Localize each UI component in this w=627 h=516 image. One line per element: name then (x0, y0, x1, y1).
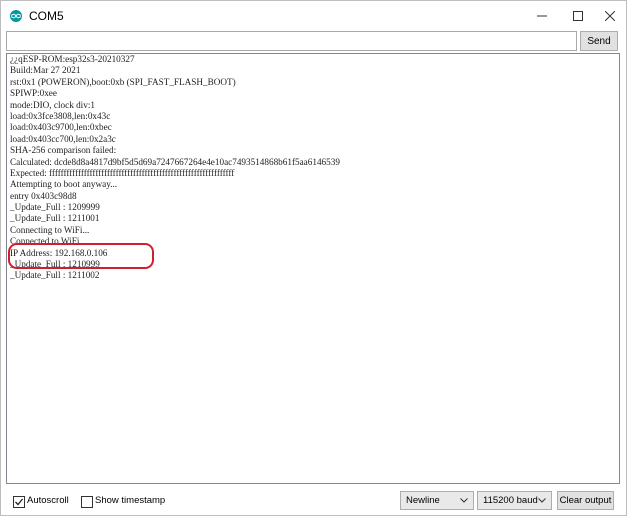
output-line: Build:Mar 27 2021 (10, 65, 81, 76)
maximize-button[interactable] (560, 1, 596, 31)
autoscroll-label[interactable]: Autoscroll (27, 495, 69, 506)
maximize-icon (573, 11, 583, 21)
minimize-button[interactable] (524, 1, 560, 31)
highlight-ring (8, 243, 154, 269)
send-input[interactable] (6, 31, 577, 51)
close-icon (605, 11, 615, 21)
clear-output-button[interactable]: Clear output (557, 491, 614, 510)
chevron-down-icon (460, 498, 468, 503)
line-ending-value: Newline (406, 495, 440, 506)
window-title: COM5 (29, 9, 64, 23)
chevron-down-icon (538, 498, 546, 503)
output-line: SHA-256 comparison failed: (10, 145, 117, 156)
output-line: entry 0x403c98d8 (10, 190, 77, 201)
output-line: load:0x403c9700,len:0xbec (10, 122, 112, 133)
serial-output[interactable]: ¿¿qESP-ROM:esp32s3-20210327 Build:Mar 27 … (6, 53, 620, 484)
autoscroll-checkbox[interactable] (13, 496, 25, 508)
output-line: rst:0x1 (POWERON),boot:0xb (SPI_FAST_FLA… (10, 76, 236, 87)
send-button[interactable]: Send (580, 31, 618, 51)
title-bar[interactable]: COM5 (1, 1, 626, 31)
show-timestamp-checkbox[interactable] (81, 496, 93, 508)
output-line: mode:DIO, clock div:1 (10, 99, 95, 110)
output-line: Expected: ffffffffffffffffffffffffffffff… (10, 167, 235, 178)
arduino-icon (10, 10, 22, 22)
checkmark-icon (15, 498, 24, 506)
output-line: Connecting to WiFi... (10, 224, 90, 235)
output-line: _Update_Full : 1211002 (10, 270, 100, 281)
output-line: load:0x403cc700,len:0x2a3c (10, 133, 116, 144)
send-row: Send (6, 31, 618, 51)
minimize-icon (537, 15, 547, 17)
footer-bar: Autoscroll Show timestamp Newline 115200… (1, 488, 626, 515)
baud-rate-value: 115200 baud (483, 495, 538, 506)
output-line: _Update_Full : 1211001 (10, 213, 100, 224)
serial-monitor-window: COM5 Send ¿¿qESP-ROM:esp32s3-20210327 Bui… (0, 0, 627, 516)
output-line: Attempting to boot anyway... (10, 179, 118, 190)
show-timestamp-label[interactable]: Show timestamp (95, 495, 165, 506)
close-button[interactable] (592, 1, 627, 31)
output-line: ¿¿qESP-ROM:esp32s3-20210327 (10, 54, 135, 64)
baud-rate-select[interactable]: 115200 baud (477, 491, 552, 510)
line-ending-select[interactable]: Newline (400, 491, 474, 510)
output-line: SPIWP:0xee (10, 88, 57, 99)
output-line: Calculated: dcde8d8a4817d9bf5d5d69a72476… (10, 156, 340, 167)
output-line: _Update_Full : 1209999 (10, 202, 100, 213)
output-line: load:0x3fce3808,len:0x43c (10, 110, 111, 121)
